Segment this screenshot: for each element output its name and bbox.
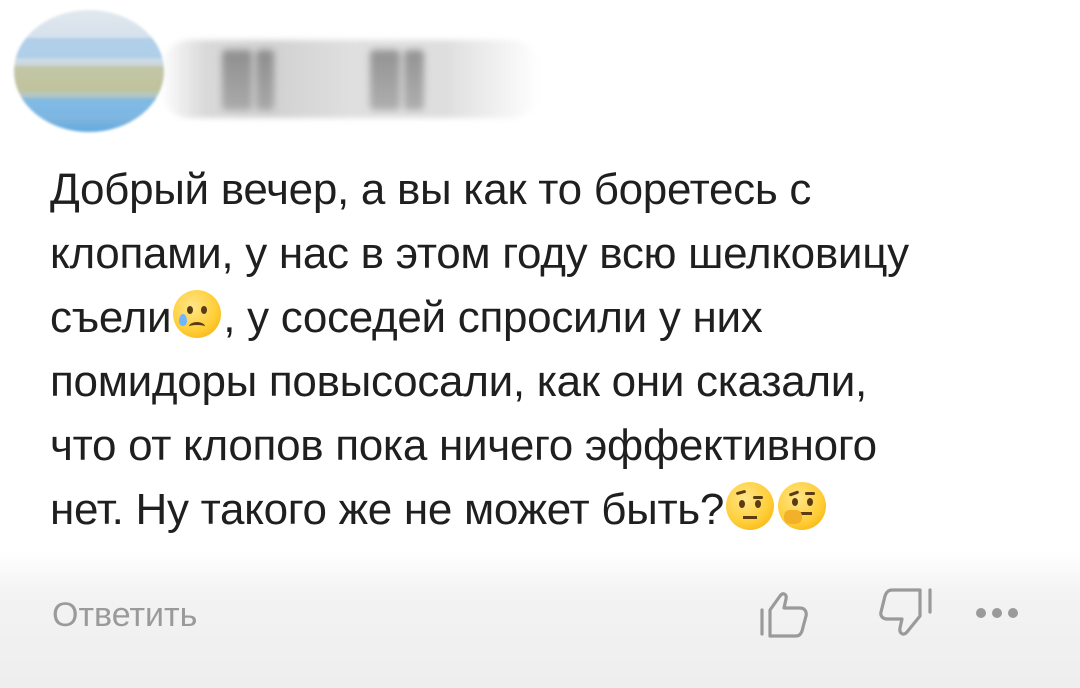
comment-actions: Ответить — [0, 552, 1080, 688]
more-dots-icon — [973, 606, 1021, 621]
raised-eyebrow-emoji — [726, 482, 775, 530]
reply-button[interactable]: Ответить — [52, 596, 197, 635]
comment-line: нет. Ну такого же не может быть? — [50, 478, 1060, 542]
more-options-button[interactable] — [962, 598, 1032, 628]
comment-line: помидоры повысосали, как они сказали, — [50, 357, 867, 406]
thumbs-up-outline-icon — [760, 592, 808, 638]
thinking-face-emoji — [778, 482, 827, 530]
comment-text-segment: , у соседей спросили у них — [223, 293, 763, 342]
comment-line: что от клопов пока ничего эффективного — [50, 421, 877, 470]
comment-text-segment: нет. Ну такого же не может быть? — [50, 485, 725, 534]
sad-tear-emoji — [173, 290, 222, 338]
comment-line: съели , у соседей спросили у них — [50, 286, 1060, 350]
username-redacted[interactable] — [160, 40, 540, 118]
comment-line: клопами, у нас в этом году всю шелковицу — [50, 229, 909, 278]
comment-text: Добрый вечер, а вы как то боретесь с кло… — [50, 158, 1060, 542]
comment-line: Добрый вечер, а вы как то боретесь с — [50, 165, 812, 214]
dislike-button[interactable] — [876, 586, 936, 642]
comment-header — [0, 0, 1080, 150]
thumbs-down-outline-icon — [879, 588, 932, 636]
avatar[interactable] — [14, 10, 164, 132]
like-button[interactable] — [756, 586, 816, 642]
comment-text-segment: съели — [50, 293, 172, 342]
